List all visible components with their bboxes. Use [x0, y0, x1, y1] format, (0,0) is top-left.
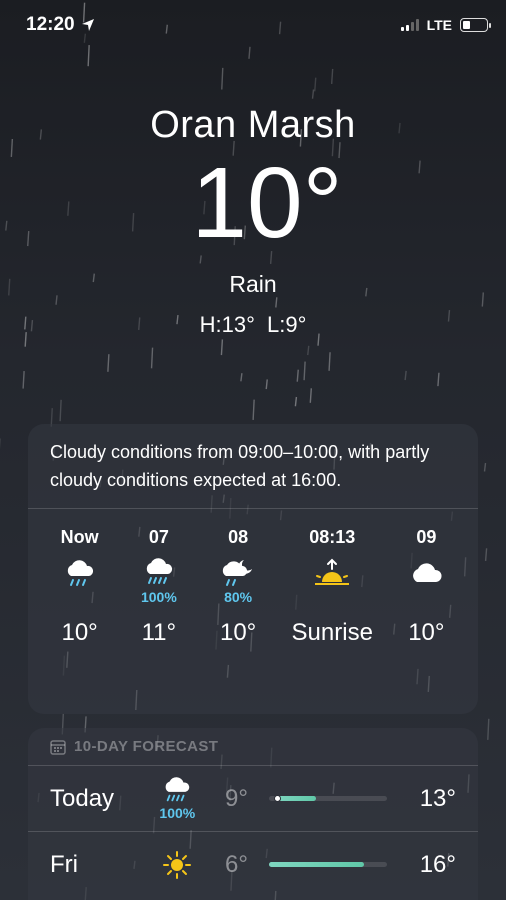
- location-arrow-icon: [81, 19, 94, 31]
- current-temperature: 10°: [191, 147, 343, 259]
- raindrop: [296, 369, 299, 382]
- hour-value: Sunrise: [291, 619, 373, 646]
- temperature-range-bar: [269, 862, 388, 867]
- forecast-low: 6°: [224, 850, 248, 878]
- rain-cloud-icon: [62, 557, 98, 589]
- sunrise-icon: [313, 557, 351, 589]
- raindrop: [487, 718, 490, 740]
- hour-item: Now 10°: [40, 527, 119, 647]
- ten-day-forecast-card[interactable]: 10-DAY FORECAST Today 100% 9° 13° Fri 6°…: [28, 728, 478, 900]
- battery-icon: [460, 18, 491, 32]
- hour-item: 08 80% 10°: [199, 527, 278, 647]
- forecast-title: 10-DAY FORECAST: [74, 738, 219, 755]
- clock: 12:20: [26, 14, 75, 35]
- current-condition: Rain: [229, 271, 277, 297]
- forecast-day: Fri: [50, 850, 78, 878]
- range-fill: [275, 796, 317, 801]
- temperature-range-bar: [269, 795, 388, 802]
- hourly-list[interactable]: Now 10° 07 100% 11° 08 80% 10° 08:13 Sun…: [28, 509, 478, 647]
- forecast-day: Today: [50, 784, 115, 812]
- signal-icon: [400, 19, 419, 31]
- network-type: LTE: [426, 17, 452, 33]
- raindrop: [107, 354, 110, 372]
- cloud-icon: [408, 557, 444, 589]
- status-bar: 12:20 LTE: [0, 0, 506, 50]
- weather-summary: Cloudy conditions from 09:00–10:00, with…: [50, 442, 430, 490]
- raindrop: [330, 68, 334, 84]
- raindrop: [221, 67, 224, 90]
- forecast-header: 10-DAY FORECAST: [28, 728, 478, 765]
- hour-item: 07 100% 11°: [119, 527, 198, 647]
- hour-time: Now: [60, 527, 99, 547]
- status-indicators: LTE: [400, 17, 491, 33]
- raindrop: [307, 345, 310, 356]
- rain-cloud-icon: 100%: [141, 776, 214, 821]
- raindrop: [59, 399, 62, 422]
- hour-item: 08:13 Sunrise: [278, 527, 387, 647]
- high-low: H:13° L:9°: [199, 312, 307, 337]
- hour-temperature: 10°: [61, 619, 98, 646]
- raindrop: [150, 347, 154, 369]
- raindrop: [265, 379, 268, 390]
- forecast-high: 13°: [419, 784, 456, 812]
- calendar-icon: [50, 739, 66, 755]
- hour-time: 07: [148, 527, 169, 547]
- precip-chance: 100%: [140, 589, 177, 605]
- range-fill: [269, 862, 364, 867]
- raindrop: [220, 339, 224, 356]
- rain-cloud-icon: [141, 557, 177, 589]
- raindrop: [483, 462, 487, 472]
- raindrop: [252, 399, 255, 420]
- raindrop: [294, 396, 298, 407]
- raindrop: [437, 372, 440, 387]
- forecast-low: 9°: [224, 784, 248, 812]
- moon-rain-cloud-icon: [220, 557, 256, 589]
- sun-icon: [141, 850, 214, 880]
- status-time: 12:20: [26, 14, 95, 36]
- raindrop: [314, 77, 317, 92]
- raindrop: [303, 361, 306, 381]
- hour-time: 08:13: [309, 527, 356, 547]
- forecast-high: 16°: [419, 850, 456, 878]
- raindrop: [328, 352, 331, 371]
- raindrop: [404, 370, 407, 381]
- forecast-row-fri[interactable]: Fri 6° 16°: [28, 831, 478, 897]
- hour-temperature: 11°: [141, 619, 177, 646]
- forecast-row-today[interactable]: Today 100% 9° 13°: [28, 765, 478, 831]
- precip-chance: 100%: [159, 804, 196, 821]
- hour-time: 09: [416, 527, 437, 547]
- hour-temperature: 10°: [219, 619, 257, 646]
- city-name: Oran Marsh: [150, 104, 356, 146]
- raindrop: [22, 370, 25, 389]
- hourly-forecast-card[interactable]: Cloudy conditions from 09:00–10:00, with…: [28, 424, 478, 714]
- raindrop: [484, 548, 488, 562]
- hour-time: 08: [228, 527, 249, 547]
- hour-temperature: 10°: [408, 619, 445, 646]
- current-conditions: Oran Marsh 10° Rain H:13° L:9°: [0, 104, 506, 338]
- raindrop: [311, 89, 315, 99]
- precip-chance: 80%: [224, 589, 253, 605]
- hour-item: 09 10°: [387, 527, 466, 647]
- raindrop: [240, 373, 243, 382]
- raindrop: [309, 388, 313, 403]
